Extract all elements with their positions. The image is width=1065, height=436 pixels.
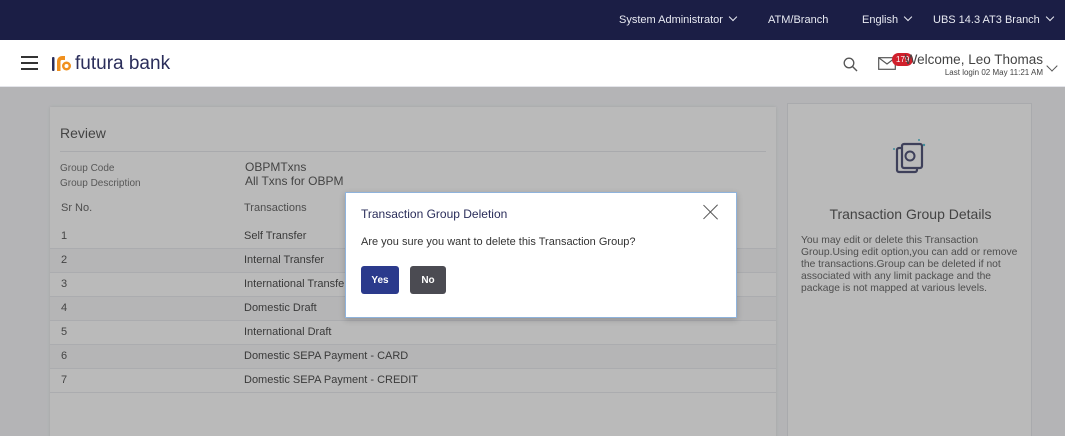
delete-confirmation-dialog: Transaction Group Deletion Are you sure … — [345, 192, 737, 318]
chevron-down-icon — [728, 12, 738, 22]
search-icon[interactable] — [843, 57, 858, 72]
branch-dropdown[interactable]: UBS 14.3 AT3 Branch — [933, 0, 1055, 40]
user-menu[interactable]: Welcome, Leo Thomas Last login 02 May 11… — [905, 52, 1043, 78]
top-bar: System Administrator ATM/Branch English … — [0, 0, 1065, 40]
role-label: System Administrator — [619, 14, 723, 26]
brand-name: futura bank — [75, 53, 171, 74]
app-header: futura bank 179 Welcome, Leo Thomas Last… — [0, 40, 1065, 87]
yes-button[interactable]: Yes — [361, 266, 399, 294]
close-icon[interactable] — [702, 203, 720, 221]
chevron-down-icon — [1045, 12, 1055, 22]
menu-icon[interactable] — [21, 56, 38, 70]
language-label: English — [862, 14, 899, 26]
no-button[interactable]: No — [410, 266, 446, 294]
chevron-down-icon[interactable] — [1046, 60, 1058, 72]
dialog-message: Are you sure you want to delete this Tra… — [361, 236, 636, 248]
last-login-text: Last login 02 May 11:21 AM — [944, 68, 1043, 77]
branch-label: UBS 14.3 AT3 Branch — [933, 14, 1040, 26]
welcome-text: Welcome, Leo Thomas — [904, 52, 1043, 67]
dialog-title: Transaction Group Deletion — [361, 207, 508, 221]
atm-branch-link[interactable]: ATM/Branch — [768, 0, 828, 40]
role-dropdown[interactable]: System Administrator — [619, 0, 738, 40]
chevron-down-icon — [903, 12, 913, 22]
futura-logo-icon — [52, 56, 71, 71]
language-dropdown[interactable]: English — [862, 0, 913, 40]
